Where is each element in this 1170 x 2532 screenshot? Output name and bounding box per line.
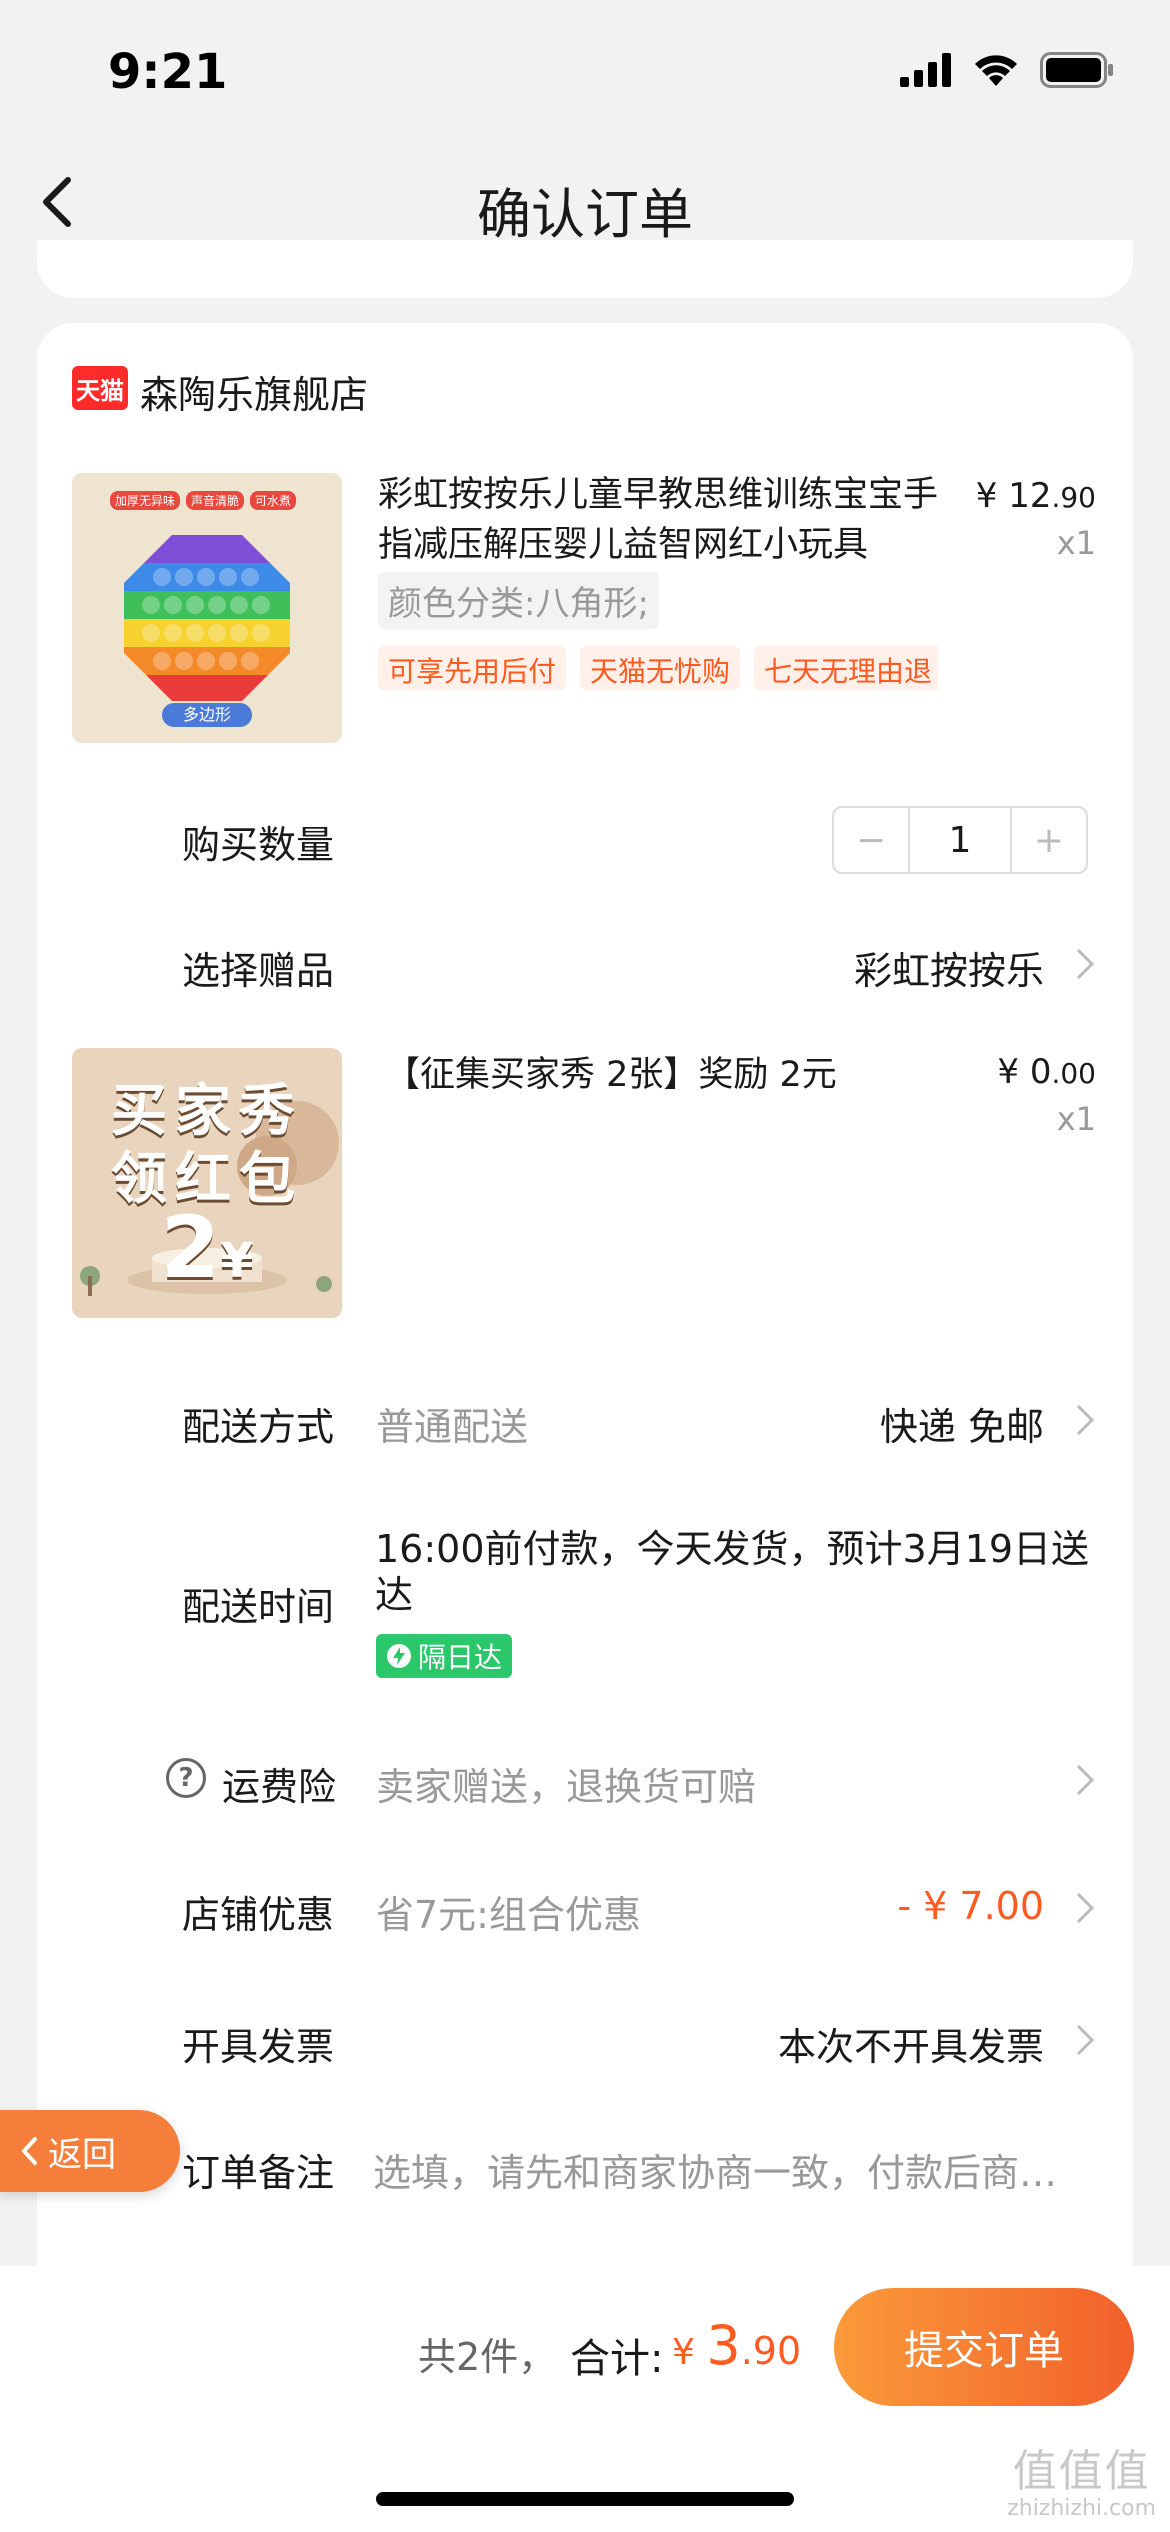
total-label: 合计:	[570, 2336, 664, 2382]
floating-back-button[interactable]: 返回	[0, 2110, 180, 2192]
floating-back-label: 返回	[48, 2134, 116, 2175]
battery-icon	[1040, 52, 1113, 88]
remark-input[interactable]: 选填，请先和商家协商一致，付款后商…	[373, 2142, 1093, 2197]
invoice-label: 开具发票	[182, 2025, 335, 2069]
delivery-time-label: 配送时间	[182, 1585, 335, 1629]
remark-label: 订单备注	[182, 2151, 335, 2195]
chevron-right-icon[interactable]	[1074, 2022, 1096, 2058]
gift-select-label: 选择赠品	[182, 949, 335, 993]
service-tag: 天猫无忧购	[580, 646, 741, 690]
chevron-left-icon	[21, 2137, 37, 2165]
wifi-icon	[975, 55, 1017, 86]
gift-quantity: x1	[1056, 1100, 1096, 1138]
quantity-label: 购买数量	[182, 823, 335, 867]
gift-title[interactable]: 【征集买家秀 2张】奖励 2元	[385, 1046, 837, 1097]
delivery-time-text: 16:00前付款，今天发货，预计3月19日送达	[375, 1527, 1090, 1617]
delivery-type: 普通配送	[376, 1405, 529, 1449]
insurance-text: 卖家赠送，退换货可赔	[376, 1765, 757, 1809]
gift-price: ¥ 0.00	[997, 1052, 1096, 1092]
item-count: 共2件，	[418, 2335, 557, 2379]
page-title: 确认订单	[477, 183, 693, 246]
delivery-label: 配送方式	[182, 1405, 335, 1449]
service-tag: 七天无理由退	[754, 646, 938, 690]
product-title[interactable]: 彩虹按按乐儿童早教思维训练宝宝手指减压解压婴儿益智网红小玩具	[378, 470, 938, 570]
invoice-value[interactable]: 本次不开具发票	[778, 2016, 1044, 2071]
shop-discount-amount[interactable]: - ¥ 7.00	[897, 1884, 1044, 1928]
delivery-value[interactable]: 快递 免邮	[880, 1396, 1044, 1451]
product-image[interactable]: 加厚无异味 声音清脆 可水煮 多边形	[72, 473, 342, 743]
image-caption: 多边形	[162, 703, 252, 727]
chevron-right-icon[interactable]	[1074, 1402, 1096, 1438]
quantity-stepper: − 1 +	[832, 806, 1088, 874]
previous-card	[37, 240, 1133, 298]
lightning-icon	[387, 1644, 411, 1668]
shop-discount-label: 店铺优惠	[182, 1893, 335, 1937]
tmall-logo: 天猫	[72, 366, 128, 410]
service-tag: 可享先用后付	[378, 646, 567, 690]
quantity-value[interactable]: 1	[908, 808, 1012, 872]
product-price: ¥ 12.90	[975, 476, 1096, 516]
status-time: 9:21	[108, 44, 228, 100]
product-variant[interactable]: 颜色分类:八角形;	[378, 572, 659, 629]
quantity-decrease-button[interactable]: −	[834, 808, 908, 872]
help-icon[interactable]: ?	[166, 1758, 206, 1798]
service-tags: 可享先用后付 天猫无忧购 七天无理由退	[378, 646, 938, 690]
chevron-right-icon[interactable]	[1074, 1890, 1096, 1926]
insurance-label: 运费险	[222, 1765, 337, 1809]
gift-select-value[interactable]: 彩虹按按乐	[854, 940, 1044, 995]
watermark: 值值值 zhizhizhi.com	[1007, 2446, 1156, 2522]
quantity-increase-button[interactable]: +	[1012, 808, 1086, 872]
gift-image[interactable]: 买家秀 领红包 2¥	[72, 1048, 342, 1318]
gift-image-amount: 2¥	[160, 1198, 254, 1298]
chevron-right-icon[interactable]	[1074, 946, 1096, 982]
shop-discount-text: 省7元:组合优惠	[376, 1893, 641, 1937]
status-icons	[900, 52, 1114, 88]
total-price: ¥ 3.90	[672, 2314, 802, 2377]
home-indicator[interactable]	[376, 2492, 794, 2506]
next-day-badge: 隔日达	[376, 1634, 513, 1678]
submit-order-button[interactable]: 提交订单	[834, 2288, 1134, 2406]
shop-name[interactable]: 森陶乐旗舰店	[140, 364, 368, 419]
cellular-signal-icon	[900, 53, 951, 87]
chevron-right-icon[interactable]	[1074, 1762, 1096, 1798]
product-quantity: x1	[1056, 524, 1096, 562]
